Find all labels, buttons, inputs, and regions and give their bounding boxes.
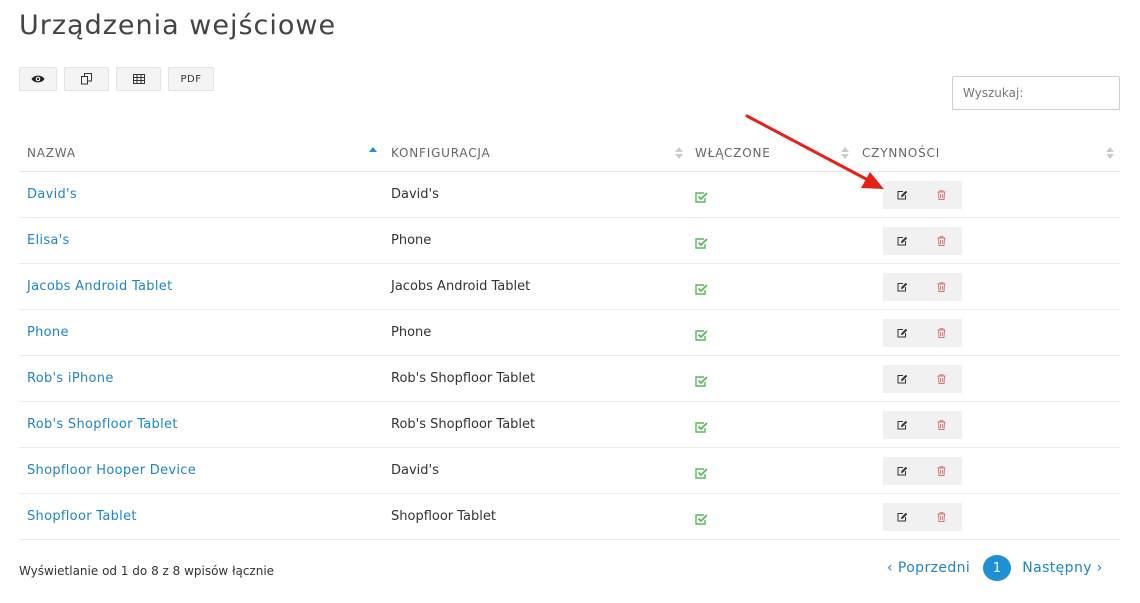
sort-both-icon[interactable] [675, 145, 683, 161]
search-input[interactable] [952, 76, 1120, 110]
toolbar: PDF [19, 67, 214, 91]
table-row: Jacobs Android Tablet Jacobs Android Tabl… [19, 264, 1120, 310]
enabled-check-icon [695, 188, 708, 207]
edit-icon[interactable] [883, 227, 922, 255]
device-name-link[interactable]: Jacobs Android Tablet [27, 279, 172, 294]
row-actions [883, 365, 962, 393]
enabled-check-icon [695, 418, 708, 437]
table-header: NAZWA KONFIGURACJA WŁĄCZONE CZYNNOŚCI [19, 134, 1120, 172]
device-name-link[interactable]: Phone [27, 325, 69, 340]
edit-icon[interactable] [883, 411, 922, 439]
device-name-link[interactable]: David's [27, 187, 77, 202]
enabled-check-icon [695, 280, 708, 299]
edit-icon[interactable] [883, 273, 922, 301]
device-config: David's [391, 463, 439, 478]
table-row: Rob's Shopfloor Tablet Rob's Shopfloor Ta… [19, 402, 1120, 448]
row-actions [883, 319, 962, 347]
table-info: Wyświetlanie od 1 do 8 z 8 wpisów łączni… [19, 564, 275, 578]
table-row: Phone Phone [19, 310, 1120, 356]
trash-icon[interactable] [922, 457, 961, 485]
copy-icon [81, 73, 92, 85]
device-name-link[interactable]: Elisa's [27, 233, 70, 248]
device-config: Rob's Shopfloor Tablet [391, 371, 536, 386]
trash-icon[interactable] [922, 319, 961, 347]
page-title: Urządzenia wejściowe [19, 10, 337, 41]
column-header-enabled[interactable]: WŁĄCZONE [695, 146, 771, 160]
row-actions [883, 457, 962, 485]
next-page-button[interactable]: Następny › [1022, 560, 1103, 576]
sort-both-icon[interactable] [1106, 145, 1114, 161]
row-actions [883, 411, 962, 439]
prev-page-button[interactable]: ‹ Poprzedni [887, 560, 970, 576]
device-config: Rob's Shopfloor Tablet [391, 417, 536, 432]
column-header-name[interactable]: NAZWA [27, 146, 76, 160]
device-config: Shopfloor Tablet [391, 509, 496, 524]
table-row: Rob's iPhone Rob's Shopfloor Tablet [19, 356, 1120, 402]
sort-both-icon[interactable] [841, 145, 849, 161]
enabled-check-icon [695, 234, 708, 253]
devices-table: NAZWA KONFIGURACJA WŁĄCZONE CZYNNOŚCI Da… [19, 134, 1120, 540]
view-button[interactable] [19, 67, 57, 91]
device-name-link[interactable]: Shopfloor Tablet [27, 509, 137, 524]
pdf-button[interactable]: PDF [168, 67, 214, 91]
device-name-link[interactable]: Rob's iPhone [27, 371, 114, 386]
device-config: David's [391, 187, 439, 202]
device-config: Phone [391, 233, 432, 248]
trash-icon[interactable] [922, 411, 961, 439]
row-actions [883, 503, 962, 531]
device-config: Phone [391, 325, 432, 340]
table-body: David's David's Elisa's Phone Jacobs Android… [19, 172, 1120, 540]
trash-icon[interactable] [922, 273, 961, 301]
column-header-config[interactable]: KONFIGURACJA [391, 146, 491, 160]
sort-asc-icon[interactable] [369, 145, 377, 161]
trash-icon[interactable] [922, 365, 961, 393]
excel-button[interactable] [116, 67, 161, 91]
row-actions [883, 273, 962, 301]
edit-icon[interactable] [883, 181, 922, 209]
edit-icon[interactable] [883, 457, 922, 485]
eye-icon [31, 75, 45, 83]
column-header-actions: CZYNNOŚCI [862, 146, 941, 160]
table-icon [132, 74, 145, 84]
table-row: Elisa's Phone [19, 218, 1120, 264]
row-actions [883, 227, 962, 255]
device-name-link[interactable]: Shopfloor Hooper Device [27, 463, 196, 478]
enabled-check-icon [695, 464, 708, 483]
pagination: ‹ Poprzedni 1 Następny › [887, 555, 1103, 581]
enabled-check-icon [695, 510, 708, 529]
device-name-link[interactable]: Rob's Shopfloor Tablet [27, 417, 178, 432]
edit-icon[interactable] [883, 503, 922, 531]
trash-icon[interactable] [922, 227, 961, 255]
trash-icon[interactable] [922, 503, 961, 531]
edit-icon[interactable] [883, 365, 922, 393]
table-row: David's David's [19, 172, 1120, 218]
row-actions [883, 181, 962, 209]
table-row: Shopfloor Hooper Device David's [19, 448, 1120, 494]
device-config: Jacobs Android Tablet [391, 279, 531, 294]
table-row: Shopfloor Tablet Shopfloor Tablet [19, 494, 1120, 540]
trash-icon[interactable] [922, 181, 961, 209]
enabled-check-icon [695, 372, 708, 391]
page-button-current[interactable]: 1 [983, 555, 1012, 581]
edit-icon[interactable] [883, 319, 922, 347]
copy-button[interactable] [64, 67, 109, 91]
enabled-check-icon [695, 326, 708, 345]
